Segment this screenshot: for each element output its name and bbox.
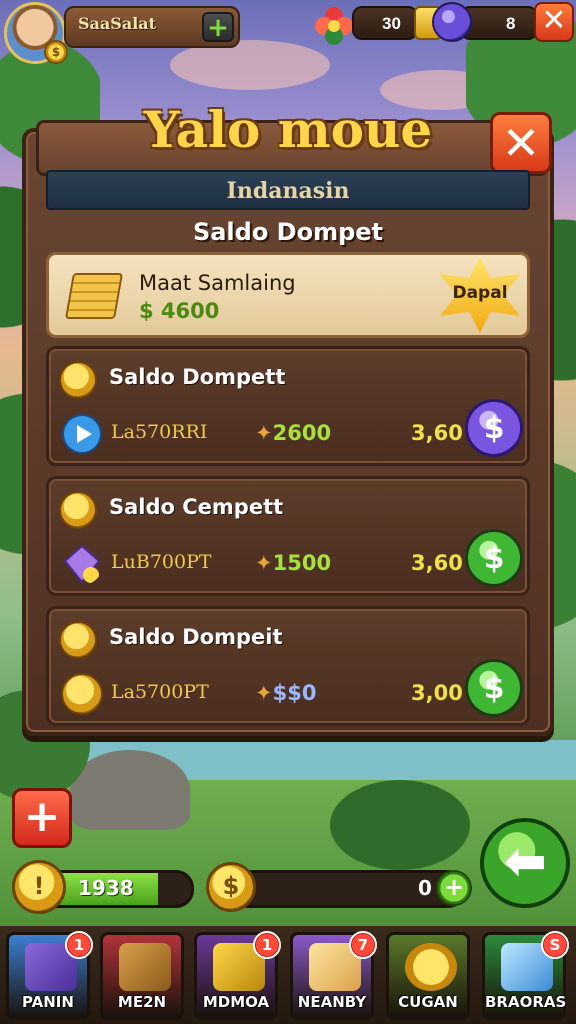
- wallet-add-button[interactable]: +: [436, 870, 472, 906]
- nav-label: BRAORAS: [485, 993, 567, 1011]
- offer-row: Saldo Dompeit La5700PT ✦$$0 3,00 $: [46, 606, 530, 726]
- avatar-coin-badge: $: [44, 40, 68, 64]
- top-close-button[interactable]: ✕: [534, 2, 574, 42]
- section-title: Saldo Dompet: [192, 218, 384, 246]
- nav-label: ME2N: [117, 993, 167, 1011]
- nav-badge: S: [541, 931, 569, 959]
- gem-icon: [432, 2, 472, 42]
- nav-item-cugan[interactable]: CUGAN: [386, 932, 470, 1020]
- nav-item-mdmoa[interactable]: 1 MDMOA: [194, 931, 281, 1020]
- player-name-bar: SaaSalat +: [64, 6, 240, 48]
- nav-badge: 1: [65, 931, 93, 959]
- add-currency-button[interactable]: +: [202, 12, 234, 42]
- featured-offer-price: $ 4600: [139, 299, 220, 323]
- featured-badge-label[interactable]: Dapal: [435, 283, 525, 303]
- nav-item-me2n[interactable]: ME2N: [100, 932, 184, 1020]
- flower-resource-value: 30: [382, 14, 401, 33]
- nav-item-neanby[interactable]: 7 NEANBY: [290, 931, 377, 1020]
- dollar-crate-icon: [119, 943, 171, 991]
- coin-icon: !: [12, 860, 66, 914]
- add-button[interactable]: +: [12, 788, 72, 848]
- buy-button[interactable]: $: [465, 659, 523, 717]
- crystal-icon: [63, 544, 101, 584]
- top-bar: $ SaaSalat + 30 8 ✕: [0, 0, 576, 64]
- dialog-subtitle: Indanasin: [226, 178, 350, 204]
- offer-amount: ✦1500: [255, 551, 332, 575]
- offer-title: Saldo Dompett: [109, 365, 286, 389]
- coin-value: 1938: [78, 876, 134, 900]
- back-button[interactable]: ⬅: [480, 818, 570, 908]
- dialog-subtitle-bar: Indanasin: [46, 170, 530, 210]
- offer-row: Saldo Dompett La570RRI ✦2600 3,60 $: [46, 346, 530, 466]
- nav-label: MDMOA: [202, 993, 270, 1011]
- coin-icon: [59, 621, 97, 659]
- coin-icon: [61, 673, 103, 715]
- nav-label: NEANBY: [297, 993, 367, 1011]
- coin-icon: [59, 361, 97, 399]
- gem-resource-value: 8: [506, 14, 516, 33]
- dollar-coin-icon: $: [206, 862, 256, 912]
- nav-label: PANIN: [22, 993, 74, 1011]
- offer-title: Saldo Cempett: [109, 495, 284, 519]
- coin-icon: [59, 491, 97, 529]
- nav-badge: 7: [349, 931, 377, 959]
- offer-amount: ✦2600: [255, 421, 332, 445]
- cash-stack-icon: [64, 273, 124, 319]
- featured-offer-name: Maat Samlaing: [139, 271, 296, 295]
- buy-button[interactable]: $: [465, 529, 523, 587]
- flower-icon: [315, 7, 353, 45]
- offer-price: 3,00: [411, 681, 463, 705]
- nav-item-braoras[interactable]: S BRAORAS: [482, 931, 569, 1020]
- offer-label: La5700PT: [111, 681, 209, 703]
- buy-button[interactable]: $: [465, 399, 523, 457]
- dialog-close-button[interactable]: ✕: [490, 112, 552, 174]
- offer-price: 3,60: [411, 421, 463, 445]
- offer-title: Saldo Dompeit: [109, 625, 283, 649]
- play-clock-icon: [62, 414, 102, 454]
- offer-row: Saldo Cempett LuB700PT ✦1500 3,60 $: [46, 476, 530, 596]
- flower-resource-bar: 30: [352, 6, 418, 40]
- wallet-value: 0: [418, 876, 432, 900]
- offer-price: 3,60: [411, 551, 463, 575]
- offer-label: LuB700PT: [111, 551, 212, 573]
- bottom-nav: 1 PANIN ME2N 1 MDMOA 7 NEANBY CUGAN S BR…: [0, 926, 576, 1024]
- nav-item-panin[interactable]: 1 PANIN: [6, 931, 93, 1020]
- featured-offer[interactable]: Maat Samlaing $ 4600 Dapal: [46, 252, 530, 338]
- offer-amount: ✦$$0: [255, 681, 317, 705]
- player-name: SaaSalat: [78, 14, 157, 33]
- nav-label: CUGAN: [398, 993, 458, 1011]
- gold-coin-icon: [405, 943, 457, 991]
- nav-badge: 1: [253, 931, 281, 959]
- offer-label: La570RRI: [111, 421, 208, 443]
